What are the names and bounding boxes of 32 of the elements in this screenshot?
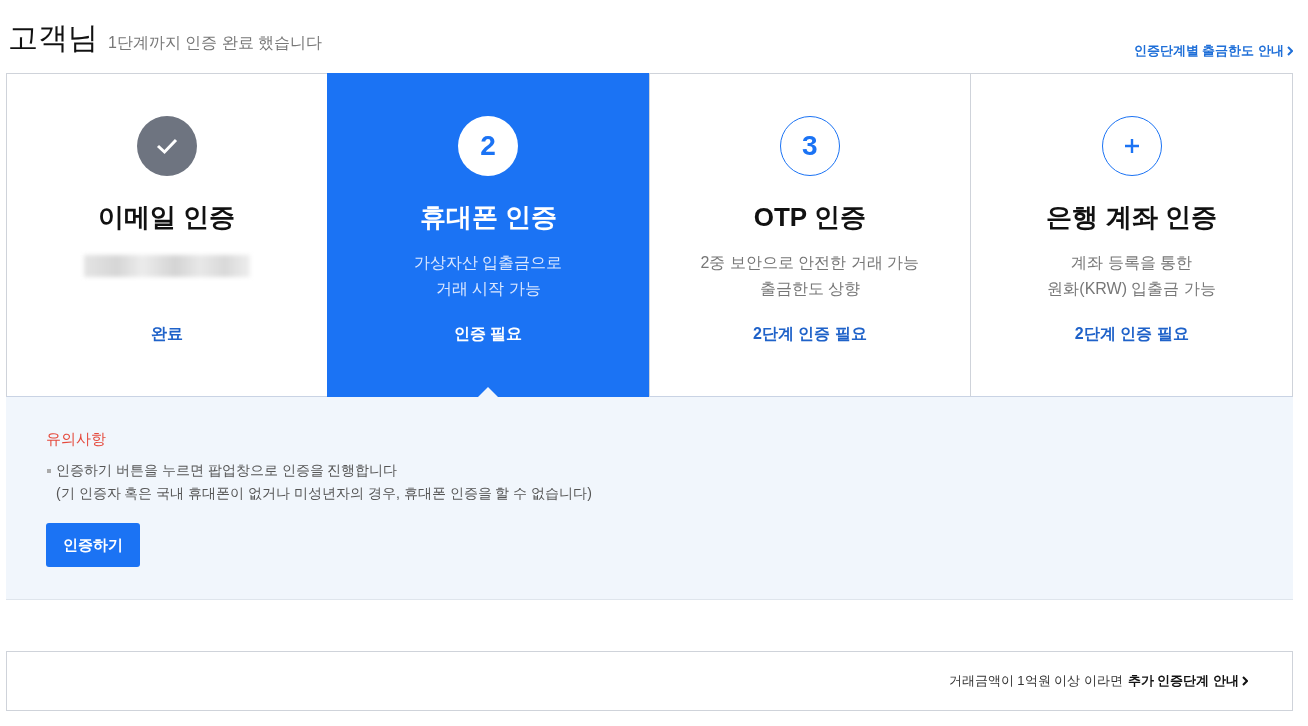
step-description: 2중 보안으로 안전한 거래 가능 [700,253,920,273]
step-description: 계좌 등록을 통한 [1071,253,1193,273]
withdrawal-limit-guide-link[interactable]: 인증단계별 출금한도 안내 [1133,42,1293,60]
verify-button[interactable]: 인증하기 [46,523,140,567]
step-status: 2단계 인증 필요 [752,324,867,344]
step-title: 이메일 인증 [98,201,236,234]
step-card[interactable]: 3 OTP 인증 2중 보안으로 안전한 거래 가능 출금한도 상향 2단계 인증 필요 [648,73,972,397]
notice-text: 인증하기 버튼을 누르면 팝업창으로 인증을 진행합니다 [56,461,398,480]
step-description: 원화(KRW) 입출금 가능 [1047,279,1216,299]
step-title: OTP 인증 [753,201,866,234]
step-card[interactable]: 은행 계좌 인증 계좌 등록을 통한 원화(KRW) 입출금 가능 2단계 인증 필요 [970,73,1293,397]
notice-note: (기 인증자 혹은 국내 휴대폰이 없거나 미성년자의 경우, 휴대폰 인증을 할 수 없습니다) [56,484,592,503]
step-title: 은행 계좌 인증 [1046,201,1217,234]
step-card-selected[interactable]: 2 휴대폰 인증 가상자산 입출금으로 거래 시작 가능 인증 필요 [326,73,650,397]
step-description: 가상자산 입출금으로 [413,253,563,273]
chevron-right-icon [1242,676,1248,686]
notice-title: 유의사항 [46,429,106,449]
step-title: 휴대폰 인증 [419,201,557,234]
step-card[interactable]: 이메일 인증 완료 [6,73,328,397]
page-title: 고객님 [8,20,98,56]
bullet-icon [47,469,51,473]
step-description: 출금한도 상향 [759,279,861,299]
step-description: 거래 시작 가능 [435,279,541,299]
step-number: 2 [458,116,519,176]
step-status: 완료 [150,324,183,344]
additional-verification-guide-link[interactable]: 추가 인증단계 안내 [1127,672,1248,690]
step-status: 인증 필요 [453,324,523,344]
step-number: 3 [779,116,840,176]
step-status: 2단계 인증 필요 [1074,324,1189,344]
verification-progress-text: 1단계까지 인증 완료 했습니다 [108,33,323,53]
chevron-right-icon [1287,46,1293,56]
footer-text: 거래금액이 1억원 이상 이라면 [948,672,1123,690]
